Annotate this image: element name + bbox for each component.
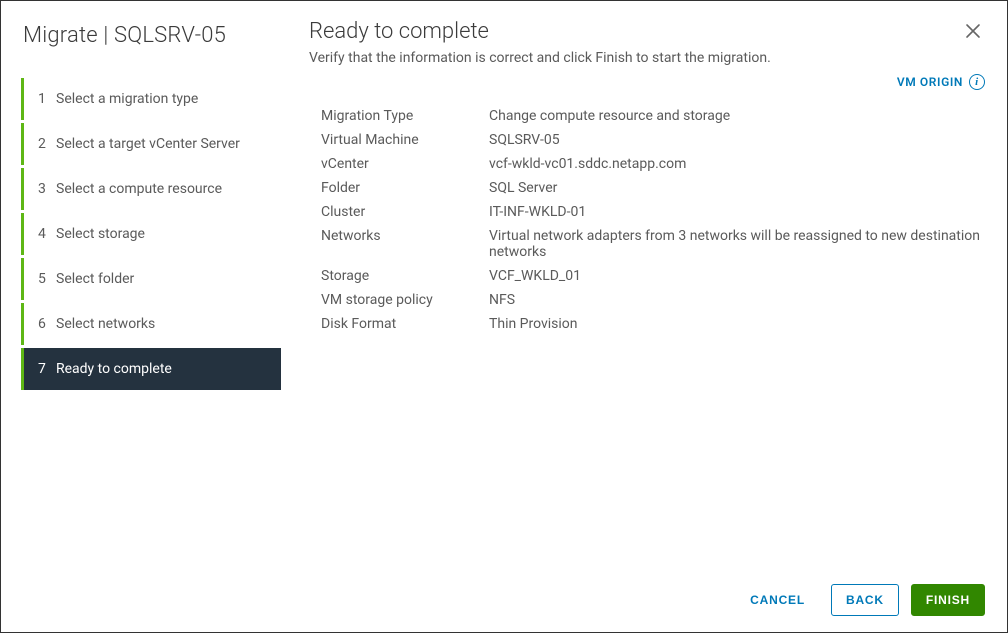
back-button[interactable]: BACK	[831, 584, 899, 616]
summary-row-vm-storage-policy: VM storage policy NFS	[321, 288, 985, 312]
wizard-sidebar: Migrate | SQLSRV-05 1 Select a migration…	[1, 1, 281, 632]
page-subtitle: Verify that the information is correct a…	[309, 50, 985, 66]
summary-row-cluster: Cluster IT-INF-WKLD-01	[321, 200, 985, 224]
info-icon: i	[969, 74, 985, 90]
summary-row-virtual-machine: Virtual Machine SQLSRV-05	[321, 128, 985, 152]
summary-row-vcenter: vCenter vcf-wkld-vc01.sddc.netapp.com	[321, 152, 985, 176]
summary-row-networks: Networks Virtual network adapters from 3…	[321, 224, 985, 264]
summary-row-storage: Storage VCF_WKLD_01	[321, 264, 985, 288]
close-icon[interactable]	[961, 19, 985, 43]
migrate-wizard: Migrate | SQLSRV-05 1 Select a migration…	[1, 1, 1007, 632]
wizard-title: Migrate | SQLSRV-05	[21, 19, 281, 66]
summary-row-migration-type: Migration Type Change compute resource a…	[321, 104, 985, 128]
page-title: Ready to complete	[309, 19, 489, 44]
main-header: Ready to complete	[309, 19, 985, 50]
wizard-footer: CANCEL BACK FINISH	[309, 572, 985, 616]
summary-row-disk-format: Disk Format Thin Provision	[321, 312, 985, 336]
summary-row-folder: Folder SQL Server	[321, 176, 985, 200]
step-ready-to-complete[interactable]: 7 Ready to complete	[21, 348, 281, 390]
vm-origin-link[interactable]: VM ORIGIN i	[897, 74, 985, 90]
summary-table: Migration Type Change compute resource a…	[321, 104, 985, 336]
step-migration-type[interactable]: 1 Select a migration type	[21, 78, 281, 120]
step-storage[interactable]: 4 Select storage	[21, 213, 281, 255]
finish-button[interactable]: FINISH	[911, 584, 985, 616]
step-list: 1 Select a migration type 2 Select a tar…	[21, 78, 281, 390]
step-compute-resource[interactable]: 3 Select a compute resource	[21, 168, 281, 210]
step-folder[interactable]: 5 Select folder	[21, 258, 281, 300]
vm-origin-row: VM ORIGIN i	[309, 74, 985, 90]
step-target-vcenter[interactable]: 2 Select a target vCenter Server	[21, 123, 281, 165]
step-networks[interactable]: 6 Select networks	[21, 303, 281, 345]
wizard-main: Ready to complete Verify that the inform…	[281, 1, 1007, 632]
cancel-button[interactable]: CANCEL	[736, 585, 819, 615]
